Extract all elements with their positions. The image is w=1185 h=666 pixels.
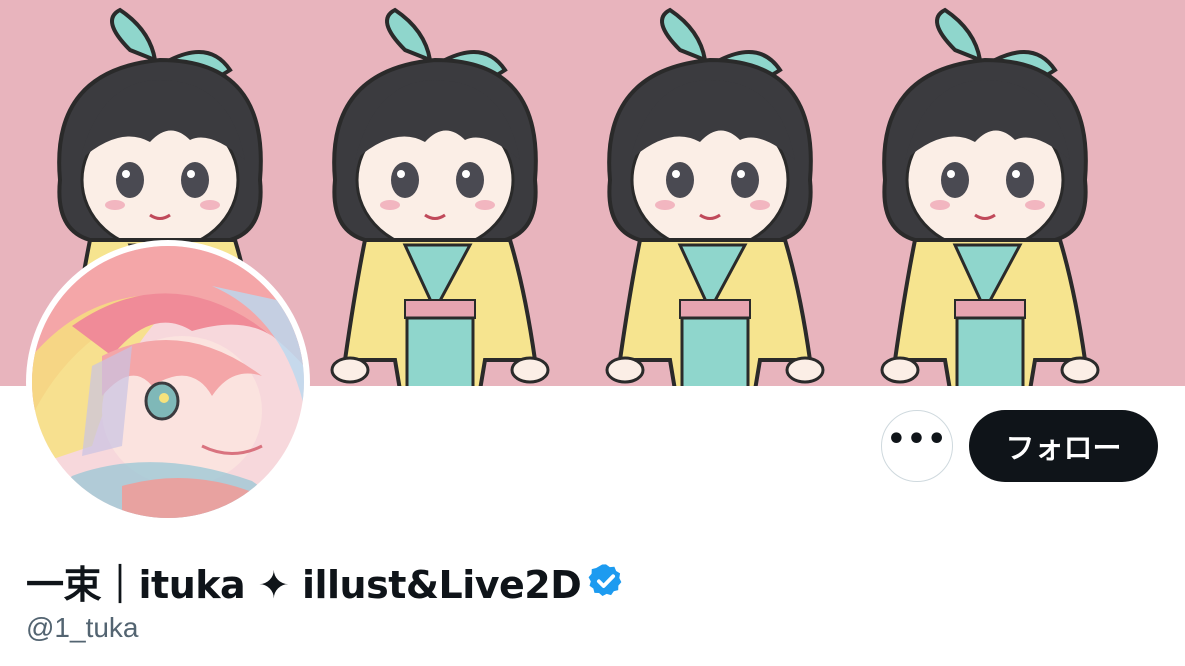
display-name-row: 一束｜ituka ✦ illust&Live2D bbox=[26, 556, 625, 607]
profile-page: ••• フォロー 一束｜ituka ✦ illust&Live2D @1_tuk… bbox=[0, 0, 1185, 666]
more-options-button[interactable]: ••• bbox=[881, 410, 953, 482]
verified-badge-icon[interactable] bbox=[587, 562, 625, 600]
display-name: 一束｜ituka ✦ illust&Live2D bbox=[26, 562, 582, 607]
chibi-figure bbox=[330, 8, 550, 386]
avatar-image bbox=[32, 246, 304, 518]
chibi-figure bbox=[605, 8, 825, 386]
more-horizontal-icon: ••• bbox=[886, 422, 948, 457]
follow-button[interactable]: フォロー bbox=[969, 410, 1158, 482]
user-handle: @1_tuka bbox=[26, 612, 139, 643]
profile-avatar[interactable] bbox=[26, 240, 310, 524]
chibi-figure bbox=[880, 8, 1100, 386]
